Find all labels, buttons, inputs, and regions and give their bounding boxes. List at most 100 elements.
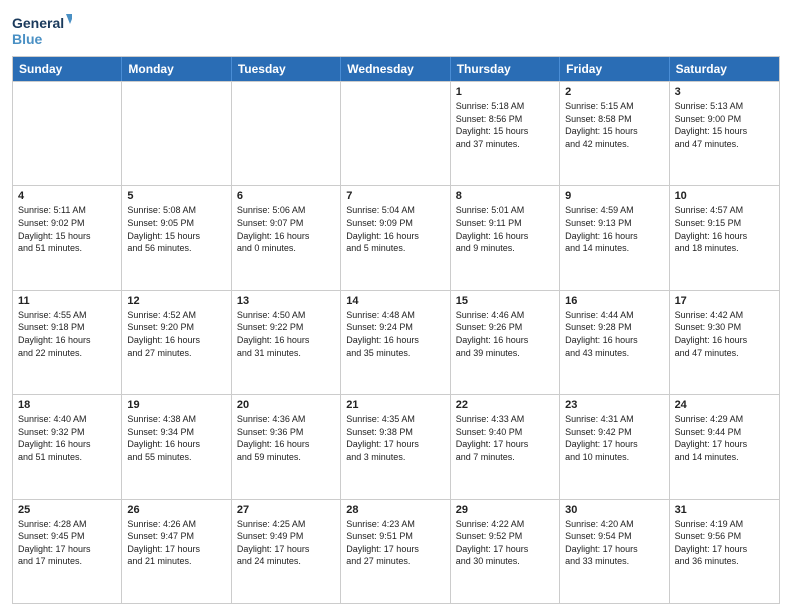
day-info: Sunrise: 5:15 AM Sunset: 8:58 PM Dayligh… — [565, 100, 663, 150]
day-number: 11 — [18, 295, 116, 307]
day-cell-26: 26 Sunrise: 4:26 AM Sunset: 9:47 PM Dayli… — [122, 500, 231, 603]
day-number: 26 — [127, 504, 225, 516]
day-info: Sunrise: 5:04 AM Sunset: 9:09 PM Dayligh… — [346, 204, 444, 254]
day-info: Sunrise: 4:26 AM Sunset: 9:47 PM Dayligh… — [127, 518, 225, 568]
day-number: 21 — [346, 399, 444, 411]
day-cell-29: 29 Sunrise: 4:22 AM Sunset: 9:52 PM Dayli… — [451, 500, 560, 603]
day-header-tuesday: Tuesday — [232, 57, 341, 81]
day-cell-6: 6 Sunrise: 5:06 AM Sunset: 9:07 PM Daylig… — [232, 186, 341, 289]
svg-text:Blue: Blue — [12, 31, 43, 47]
day-info: Sunrise: 4:44 AM Sunset: 9:28 PM Dayligh… — [565, 309, 663, 359]
day-info: Sunrise: 4:40 AM Sunset: 9:32 PM Dayligh… — [18, 413, 116, 463]
day-cell-3: 3 Sunrise: 5:13 AM Sunset: 9:00 PM Daylig… — [670, 82, 779, 185]
day-cell-10: 10Sunrise: 4:57 AM Sunset: 9:15 PM Dayli… — [670, 186, 779, 289]
calendar: SundayMondayTuesdayWednesdayThursdayFrid… — [12, 56, 780, 604]
day-number: 8 — [456, 190, 554, 202]
week-row-4: 18 Sunrise: 4:40 AM Sunset: 9:32 PM Dayli… — [13, 394, 779, 498]
day-cell-25: 25 Sunrise: 4:28 AM Sunset: 9:45 PM Dayli… — [13, 500, 122, 603]
day-number: 16 — [565, 295, 663, 307]
day-header-monday: Monday — [122, 57, 231, 81]
day-info: Sunrise: 4:20 AM Sunset: 9:54 PM Dayligh… — [565, 518, 663, 568]
day-cell-22: 22Sunrise: 4:33 AM Sunset: 9:40 PM Dayli… — [451, 395, 560, 498]
day-number: 6 — [237, 190, 335, 202]
day-cell-12: 12 Sunrise: 4:52 AM Sunset: 9:20 PM Dayli… — [122, 291, 231, 394]
day-cell-1: 1 Sunrise: 5:18 AM Sunset: 8:56 PM Daylig… — [451, 82, 560, 185]
day-number: 23 — [565, 399, 663, 411]
day-cell-5: 5 Sunrise: 5:08 AM Sunset: 9:05 PM Daylig… — [122, 186, 231, 289]
day-header-friday: Friday — [560, 57, 669, 81]
day-cell-28: 28Sunrise: 4:23 AM Sunset: 9:51 PM Dayli… — [341, 500, 450, 603]
day-header-sunday: Sunday — [13, 57, 122, 81]
day-cell-4: 4Sunrise: 5:11 AM Sunset: 9:02 PM Daylig… — [13, 186, 122, 289]
day-cell-8: 8 Sunrise: 5:01 AM Sunset: 9:11 PM Daylig… — [451, 186, 560, 289]
day-cell-16: 16 Sunrise: 4:44 AM Sunset: 9:28 PM Dayli… — [560, 291, 669, 394]
week-row-3: 11Sunrise: 4:55 AM Sunset: 9:18 PM Dayli… — [13, 290, 779, 394]
day-info: Sunrise: 5:08 AM Sunset: 9:05 PM Dayligh… — [127, 204, 225, 254]
day-cell-17: 17Sunrise: 4:42 AM Sunset: 9:30 PM Dayli… — [670, 291, 779, 394]
day-cell-2: 2 Sunrise: 5:15 AM Sunset: 8:58 PM Daylig… — [560, 82, 669, 185]
day-number: 31 — [675, 504, 774, 516]
day-number: 13 — [237, 295, 335, 307]
day-cell-19: 19 Sunrise: 4:38 AM Sunset: 9:34 PM Dayli… — [122, 395, 231, 498]
day-number: 14 — [346, 295, 444, 307]
day-header-wednesday: Wednesday — [341, 57, 450, 81]
day-number: 1 — [456, 86, 554, 98]
week-row-1: 1 Sunrise: 5:18 AM Sunset: 8:56 PM Daylig… — [13, 81, 779, 185]
day-info: Sunrise: 5:13 AM Sunset: 9:00 PM Dayligh… — [675, 100, 774, 150]
logo-svg: General Blue — [12, 10, 72, 50]
day-cell-7: 7 Sunrise: 5:04 AM Sunset: 9:09 PM Daylig… — [341, 186, 450, 289]
day-info: Sunrise: 4:23 AM Sunset: 9:51 PM Dayligh… — [346, 518, 444, 568]
day-number: 9 — [565, 190, 663, 202]
empty-cell-0-2 — [232, 82, 341, 185]
day-number: 24 — [675, 399, 774, 411]
day-cell-13: 13 Sunrise: 4:50 AM Sunset: 9:22 PM Dayli… — [232, 291, 341, 394]
day-number: 3 — [675, 86, 774, 98]
day-cell-27: 27 Sunrise: 4:25 AM Sunset: 9:49 PM Dayli… — [232, 500, 341, 603]
day-info: Sunrise: 5:18 AM Sunset: 8:56 PM Dayligh… — [456, 100, 554, 150]
day-info: Sunrise: 4:38 AM Sunset: 9:34 PM Dayligh… — [127, 413, 225, 463]
page: General Blue SundayMondayTuesdayWednesda… — [0, 0, 792, 612]
day-header-thursday: Thursday — [451, 57, 560, 81]
day-number: 22 — [456, 399, 554, 411]
empty-cell-0-1 — [122, 82, 231, 185]
day-number: 30 — [565, 504, 663, 516]
day-info: Sunrise: 4:52 AM Sunset: 9:20 PM Dayligh… — [127, 309, 225, 359]
day-info: Sunrise: 4:59 AM Sunset: 9:13 PM Dayligh… — [565, 204, 663, 254]
day-cell-31: 31 Sunrise: 4:19 AM Sunset: 9:56 PM Dayli… — [670, 500, 779, 603]
day-info: Sunrise: 5:11 AM Sunset: 9:02 PM Dayligh… — [18, 204, 116, 254]
day-cell-11: 11Sunrise: 4:55 AM Sunset: 9:18 PM Dayli… — [13, 291, 122, 394]
day-info: Sunrise: 4:19 AM Sunset: 9:56 PM Dayligh… — [675, 518, 774, 568]
day-info: Sunrise: 5:01 AM Sunset: 9:11 PM Dayligh… — [456, 204, 554, 254]
day-cell-20: 20 Sunrise: 4:36 AM Sunset: 9:36 PM Dayli… — [232, 395, 341, 498]
day-info: Sunrise: 4:22 AM Sunset: 9:52 PM Dayligh… — [456, 518, 554, 568]
day-number: 10 — [675, 190, 774, 202]
day-info: Sunrise: 4:46 AM Sunset: 9:26 PM Dayligh… — [456, 309, 554, 359]
day-info: Sunrise: 4:29 AM Sunset: 9:44 PM Dayligh… — [675, 413, 774, 463]
day-number: 18 — [18, 399, 116, 411]
day-info: Sunrise: 4:48 AM Sunset: 9:24 PM Dayligh… — [346, 309, 444, 359]
svg-text:General: General — [12, 15, 64, 31]
day-info: Sunrise: 4:36 AM Sunset: 9:36 PM Dayligh… — [237, 413, 335, 463]
day-number: 7 — [346, 190, 444, 202]
week-row-2: 4Sunrise: 5:11 AM Sunset: 9:02 PM Daylig… — [13, 185, 779, 289]
day-number: 25 — [18, 504, 116, 516]
calendar-header: SundayMondayTuesdayWednesdayThursdayFrid… — [13, 57, 779, 81]
day-cell-15: 15Sunrise: 4:46 AM Sunset: 9:26 PM Dayli… — [451, 291, 560, 394]
day-number: 17 — [675, 295, 774, 307]
day-info: Sunrise: 4:50 AM Sunset: 9:22 PM Dayligh… — [237, 309, 335, 359]
day-number: 12 — [127, 295, 225, 307]
day-number: 5 — [127, 190, 225, 202]
day-number: 27 — [237, 504, 335, 516]
header: General Blue — [12, 10, 780, 50]
day-number: 19 — [127, 399, 225, 411]
logo: General Blue — [12, 10, 72, 50]
day-info: Sunrise: 5:06 AM Sunset: 9:07 PM Dayligh… — [237, 204, 335, 254]
day-info: Sunrise: 4:31 AM Sunset: 9:42 PM Dayligh… — [565, 413, 663, 463]
day-info: Sunrise: 4:28 AM Sunset: 9:45 PM Dayligh… — [18, 518, 116, 568]
empty-cell-0-0 — [13, 82, 122, 185]
day-number: 20 — [237, 399, 335, 411]
day-info: Sunrise: 4:25 AM Sunset: 9:49 PM Dayligh… — [237, 518, 335, 568]
day-cell-23: 23 Sunrise: 4:31 AM Sunset: 9:42 PM Dayli… — [560, 395, 669, 498]
day-number: 2 — [565, 86, 663, 98]
day-number: 29 — [456, 504, 554, 516]
